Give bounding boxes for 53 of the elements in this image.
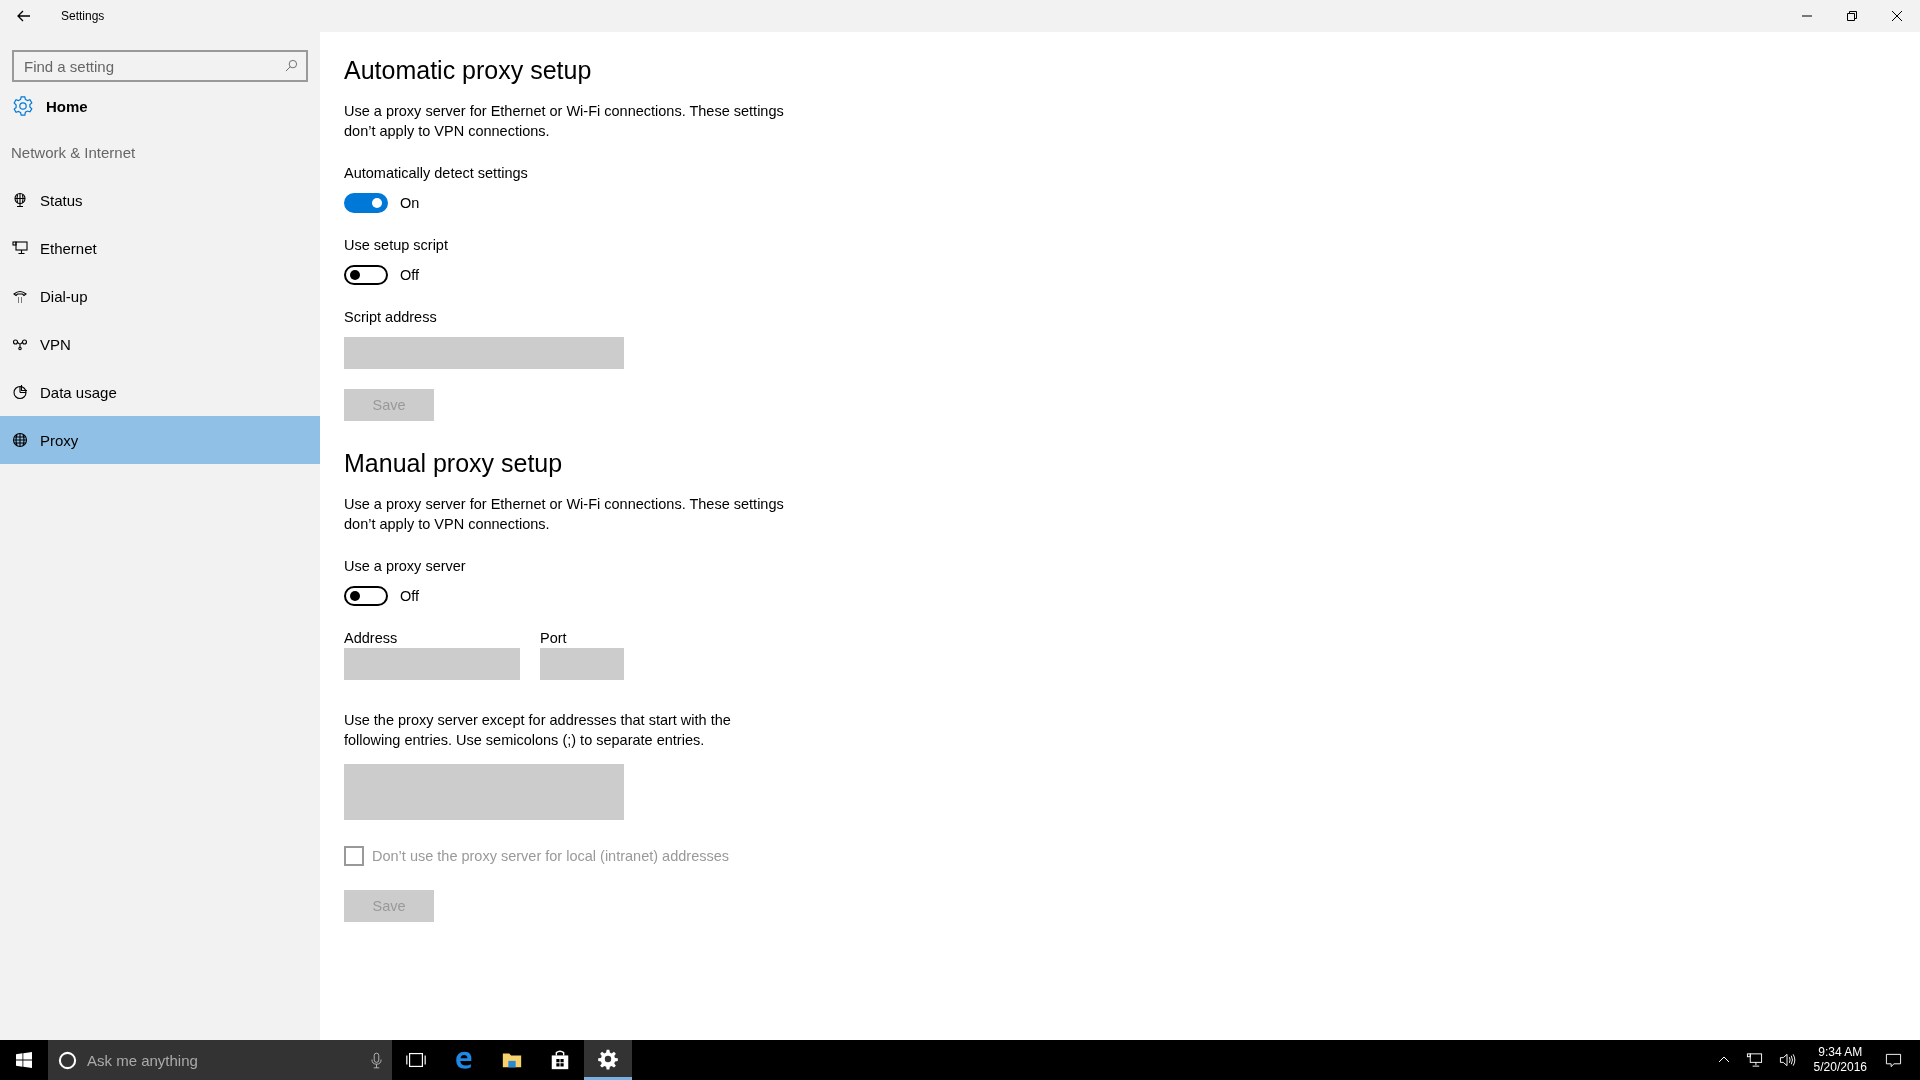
toggle-state: Off xyxy=(400,267,420,283)
restore-icon[interactable] xyxy=(1846,10,1858,22)
search-box[interactable]: Ask me anything xyxy=(48,1040,392,1080)
monitor-icon xyxy=(12,240,28,256)
section-title: Manual proxy setup xyxy=(344,449,564,478)
back-arrow-icon[interactable] xyxy=(16,8,32,24)
notification-icon[interactable] xyxy=(1885,1051,1902,1069)
description: Use a proxy server for Ethernet or Wi-Fi connections. These settings don’t apply to VPN connections. xyxy=(344,102,785,141)
globe-icon xyxy=(12,432,28,448)
shopping-bag-icon xyxy=(549,1049,571,1071)
phone-icon xyxy=(12,288,28,304)
checkbox-label: Don’t use the proxy server for local (intranet) addresses xyxy=(372,848,730,864)
nav-item[interactable]: Dial-up xyxy=(0,272,320,320)
home-link[interactable]: Home xyxy=(0,86,320,126)
exceptions-note: Use the proxy server except for addresses that start with the following entries. Use semicolons (;) to separate entries. xyxy=(344,711,732,750)
field-label: Address xyxy=(344,630,399,646)
gear-icon xyxy=(597,1047,619,1070)
toggle-state: On xyxy=(400,195,420,211)
setting-label: Use a proxy server xyxy=(344,558,467,574)
windows-logo-icon xyxy=(16,1052,32,1068)
toggle-switch[interactable] xyxy=(344,193,388,213)
speaker-icon[interactable] xyxy=(1778,1052,1796,1068)
toggle-switch[interactable] xyxy=(344,265,388,285)
nav-item[interactable]: VPN xyxy=(0,320,320,368)
setting-label: Automatically detect settings xyxy=(344,165,529,181)
section-title: Automatic proxy setup xyxy=(344,56,593,85)
clock-date: 5/20/2016 xyxy=(1813,1060,1867,1075)
setting-label: Use setup script xyxy=(344,237,449,253)
microphone-icon[interactable] xyxy=(371,1051,382,1069)
search-field[interactable]: Find a setting xyxy=(12,50,308,82)
field-label: Script address xyxy=(344,309,438,325)
field-label: Port xyxy=(540,630,568,646)
gear-icon xyxy=(12,95,34,117)
network-monitor-icon[interactable] xyxy=(1745,1052,1763,1068)
description: Use a proxy server for Ethernet or Wi-Fi connections. These settings don’t apply to VPN connections. xyxy=(344,495,785,534)
nav-item[interactable]: Ethernet xyxy=(0,224,320,272)
toggle-state: Off xyxy=(400,588,420,604)
pie-icon xyxy=(12,384,28,400)
nav-item[interactable]: Status xyxy=(0,176,320,224)
clock-time: 9:34 AM xyxy=(1818,1045,1863,1060)
toggle-switch[interactable] xyxy=(344,586,388,606)
circle-icon xyxy=(58,1050,77,1070)
nav-item[interactable]: Data usage xyxy=(0,368,320,416)
window-title: Settings xyxy=(61,9,105,23)
search-icon xyxy=(285,59,298,72)
section-heading: Network & Internet xyxy=(10,142,137,163)
taskbar-search-field[interactable]: Ask me anything xyxy=(85,1050,363,1070)
clock[interactable]: 9:34 AM 5/20/2016 xyxy=(1813,1045,1867,1075)
close-icon[interactable] xyxy=(1891,10,1903,22)
globe-stand-icon xyxy=(12,192,28,208)
taskbar-button[interactable] xyxy=(584,1040,632,1080)
link-icon xyxy=(12,336,28,352)
nav-item[interactable]: Proxy xyxy=(0,416,320,464)
